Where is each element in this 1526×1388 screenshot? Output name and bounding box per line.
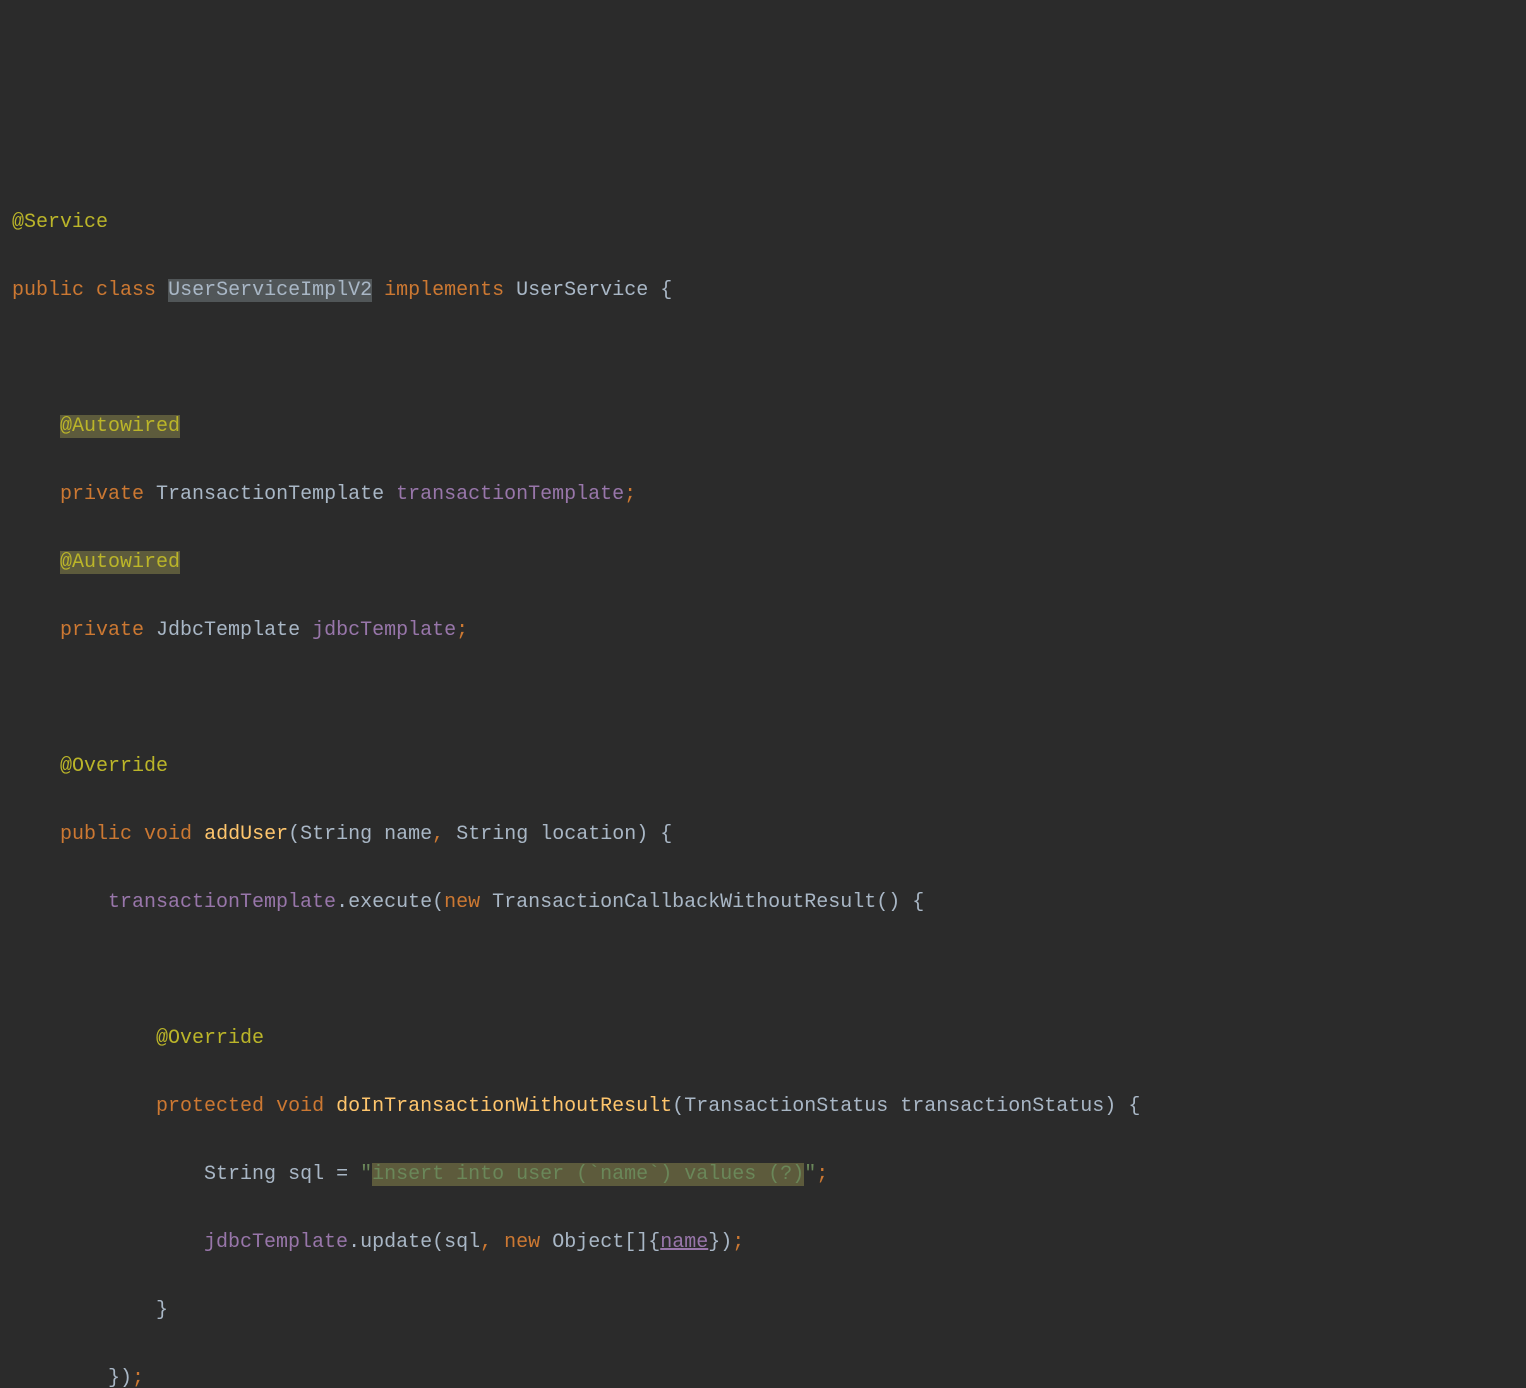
keyword-new: new <box>444 891 480 914</box>
brace: { <box>648 1231 660 1254</box>
code-line[interactable] <box>12 954 1526 988</box>
param-name: name <box>384 823 432 846</box>
semicolon: ; <box>456 619 468 642</box>
brace: { <box>912 891 924 914</box>
annotation: @Override <box>156 1027 264 1050</box>
string-literal: insert into user (`name`) values (?) <box>372 1163 804 1186</box>
annotation: @Autowired <box>60 551 180 574</box>
type-name: String <box>204 1163 276 1186</box>
code-line[interactable]: }); <box>12 1362 1526 1388</box>
brace: } <box>108 1367 120 1388</box>
method-call: update <box>360 1231 432 1254</box>
comma: , <box>432 823 444 846</box>
dot: . <box>348 1231 360 1254</box>
code-line[interactable] <box>12 342 1526 376</box>
equals: = <box>336 1163 348 1186</box>
paren: ) <box>120 1367 132 1388</box>
type-name: String <box>456 823 528 846</box>
code-line[interactable]: public class UserServiceImplV2 implement… <box>12 274 1526 308</box>
paren: () <box>876 891 900 914</box>
code-line[interactable]: @Autowired <box>12 410 1526 444</box>
keyword-public: public <box>60 823 132 846</box>
arg: sql <box>444 1231 480 1254</box>
keyword-private: private <box>60 483 144 506</box>
keyword-void: void <box>144 823 192 846</box>
code-line[interactable]: public void addUser(String name, String … <box>12 818 1526 852</box>
semicolon: ; <box>816 1163 828 1186</box>
paren: ( <box>288 823 300 846</box>
brace: { <box>660 279 672 302</box>
field-name: jdbcTemplate <box>312 619 456 642</box>
semicolon: ; <box>132 1367 144 1388</box>
keyword-protected: protected <box>156 1095 264 1118</box>
code-line[interactable]: @Service <box>12 206 1526 240</box>
paren: ( <box>672 1095 684 1118</box>
dot: . <box>336 891 348 914</box>
gutter <box>0 138 8 1388</box>
field-ref: jdbcTemplate <box>204 1231 348 1254</box>
type-name: TransactionTemplate <box>156 483 384 506</box>
param-name: transactionStatus <box>900 1095 1104 1118</box>
string-quote: " <box>804 1163 816 1186</box>
code-line[interactable]: private TransactionTemplate transactionT… <box>12 478 1526 512</box>
code-line[interactable]: jdbcTemplate.update(sql, new Object[]{na… <box>12 1226 1526 1260</box>
keyword-implements: implements <box>384 279 504 302</box>
interface-name: UserService <box>516 279 648 302</box>
type-name: TransactionCallbackWithoutResult <box>492 891 876 914</box>
method-call: execute <box>348 891 432 914</box>
method-name: addUser <box>204 823 288 846</box>
code-editor[interactable]: @Service public class UserServiceImplV2 … <box>0 138 1526 1388</box>
paren: ( <box>432 891 444 914</box>
brackets: [] <box>624 1231 648 1254</box>
code-line[interactable]: @Override <box>12 750 1526 784</box>
annotation: @Service <box>12 211 108 234</box>
semicolon: ; <box>624 483 636 506</box>
keyword-private: private <box>60 619 144 642</box>
param-name: location <box>540 823 636 846</box>
keyword-public: public <box>12 279 84 302</box>
field-name: transactionTemplate <box>396 483 624 506</box>
field-ref: transactionTemplate <box>108 891 336 914</box>
brace: { <box>660 823 672 846</box>
paren: ) <box>720 1231 732 1254</box>
code-line[interactable]: } <box>12 1294 1526 1328</box>
method-name: doInTransactionWithoutResult <box>336 1095 672 1118</box>
paren: ) <box>1104 1095 1116 1118</box>
keyword-void: void <box>276 1095 324 1118</box>
annotation: @Override <box>60 755 168 778</box>
semicolon: ; <box>732 1231 744 1254</box>
var-ref: name <box>660 1231 708 1254</box>
code-line[interactable]: @Autowired <box>12 546 1526 580</box>
comma: , <box>480 1231 492 1254</box>
keyword-class: class <box>96 279 156 302</box>
var-name: sql <box>288 1163 324 1186</box>
type-name: String <box>300 823 372 846</box>
type-name: TransactionStatus <box>684 1095 888 1118</box>
brace: { <box>1128 1095 1140 1118</box>
brace: } <box>708 1231 720 1254</box>
class-name: UserServiceImplV2 <box>168 279 372 302</box>
code-line[interactable]: @Override <box>12 1022 1526 1056</box>
code-line[interactable]: protected void doInTransactionWithoutRes… <box>12 1090 1526 1124</box>
brace: } <box>156 1299 168 1322</box>
code-line[interactable]: transactionTemplate.execute(new Transact… <box>12 886 1526 920</box>
annotation: @Autowired <box>60 415 180 438</box>
string-quote: " <box>360 1163 372 1186</box>
code-line[interactable] <box>12 682 1526 716</box>
type-name: JdbcTemplate <box>156 619 300 642</box>
code-line[interactable]: String sql = "insert into user (`name`) … <box>12 1158 1526 1192</box>
paren: ) <box>636 823 648 846</box>
type-name: Object <box>552 1231 624 1254</box>
code-line[interactable]: private JdbcTemplate jdbcTemplate; <box>12 614 1526 648</box>
paren: ( <box>432 1231 444 1254</box>
keyword-new: new <box>504 1231 540 1254</box>
